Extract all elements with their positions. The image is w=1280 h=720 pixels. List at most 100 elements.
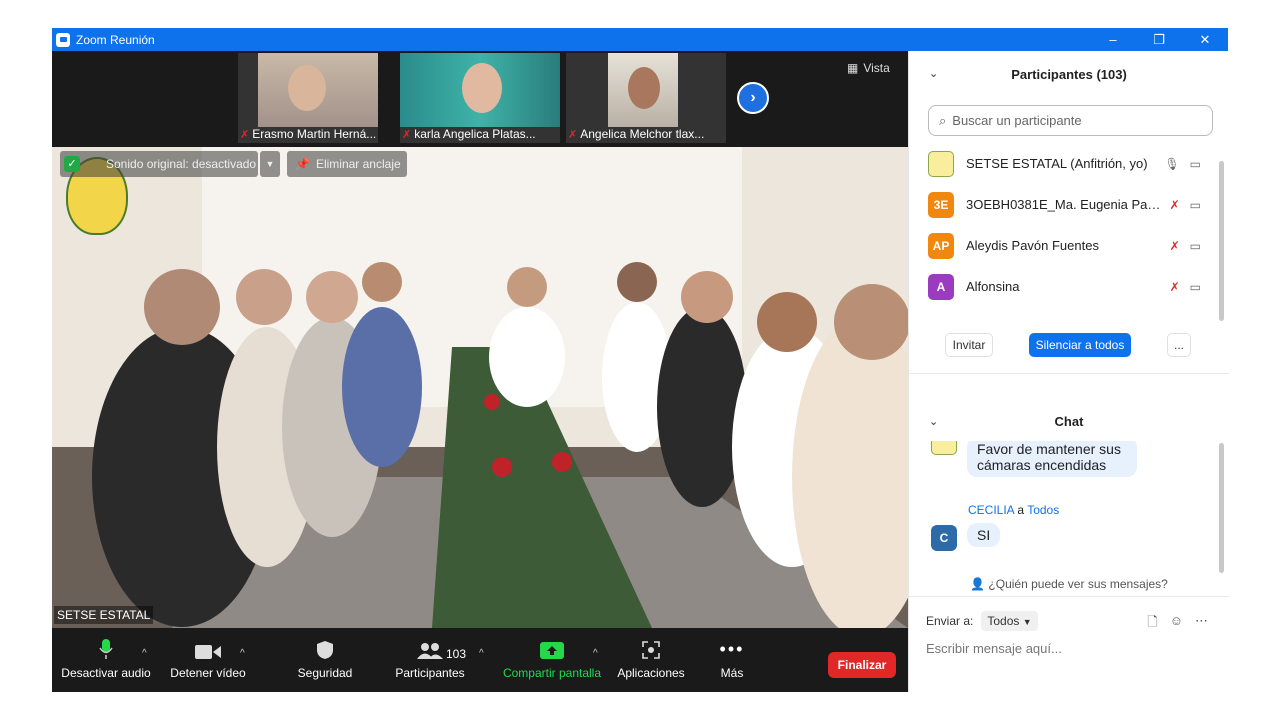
send-to-row: Enviar a: Todos ▼ [926, 611, 1038, 631]
more-dots-icon: ••• [719, 639, 745, 659]
chat-message-input[interactable]: Escribir mensaje aquí... [926, 641, 1062, 656]
participant-row[interactable]: 3E 3OEBH0381E_Ma. Eugenia Pane... ✗ ▭ [909, 184, 1219, 225]
participants-scrollbar[interactable] [1219, 161, 1224, 321]
video-options-caret[interactable]: ^ [240, 648, 245, 659]
side-panel: ⌄ Participantes (103) ⌕ Buscar un partic… [908, 51, 1229, 692]
avatar: 3E [928, 191, 954, 218]
invite-button[interactable]: Invitar [945, 333, 993, 357]
participants-options-caret[interactable]: ^ [479, 648, 484, 659]
emoji-icon[interactable]: ☺ [1170, 613, 1183, 635]
avatar: A [928, 273, 954, 300]
mic-muted-icon: ✗ [240, 128, 250, 141]
participants-count-badge: 103 [446, 647, 467, 661]
mic-muted-icon: ✗ [1169, 197, 1180, 212]
collapse-chevron-icon[interactable]: ⌄ [929, 67, 938, 80]
thumbnail-name: ✗ Angelica Melchor tlax... [568, 127, 705, 141]
mute-audio-button[interactable]: Desactivar audio [56, 628, 156, 692]
participant-row[interactable]: SETSE ESTATAL (Anfitrión, yo) 🎙 ▭ [909, 143, 1219, 184]
audio-options-caret[interactable]: ^ [142, 648, 147, 659]
file-icon[interactable]: 🗋 [1147, 613, 1157, 635]
chat-header: ⌄ Chat [929, 413, 1084, 429]
search-icon: ⌕ [939, 112, 947, 128]
chevron-down-icon: ▼ [1022, 617, 1032, 627]
end-meeting-button[interactable]: Finalizar [828, 652, 896, 678]
thumbnail-strip: ✗ Erasmo Martin Herná... ✗ karla Angelica … [52, 51, 908, 147]
apps-button[interactable]: Aplicaciones [612, 628, 690, 692]
view-button[interactable]: ▦ Vista [847, 61, 890, 75]
participant-actions: Invitar Silenciar a todos ... [909, 333, 1229, 359]
thumbnail-video[interactable]: ✗ Erasmo Martin Herná... [238, 53, 378, 143]
stop-video-button[interactable]: Detener vídeo [160, 628, 256, 692]
chat-message: SI [967, 523, 1001, 547]
person-face [288, 65, 326, 111]
speaker-name-label: SETSE ESTATAL [54, 606, 154, 624]
window-controls: – ❐ ✕ [1090, 28, 1228, 51]
avatar [931, 441, 957, 455]
chevron-right-icon: › [750, 89, 756, 106]
microphone-icon [98, 628, 114, 664]
mic-muted-icon: ✗ [1169, 238, 1180, 253]
share-screen-icon [540, 628, 564, 664]
mic-muted-icon: ✗ [1169, 279, 1180, 294]
more-options-button[interactable]: ... [1167, 333, 1191, 357]
grid-icon: ▦ [847, 61, 859, 75]
video-camera-icon: ▭ [1189, 156, 1201, 171]
mic-muted-icon: ✗ [568, 128, 578, 141]
next-page-button[interactable]: › [737, 82, 769, 114]
zoom-window: Zoom Reunión – ❐ ✕ ✗ Erasmo Martin Herná.… [52, 28, 1229, 692]
sound-options-dropdown[interactable]: ▼ [260, 151, 280, 177]
mic-muted-icon: ✗ [402, 128, 412, 141]
more-button[interactable]: ••• Más [708, 628, 756, 692]
chat-messages: Favor de mantener sus cámaras encendidas… [909, 441, 1229, 571]
more-dots-icon[interactable]: ⋯ [1195, 613, 1208, 635]
window-title: Zoom Reunión [76, 32, 155, 47]
participant-row[interactable]: A Alfonsina ✗ ▭ [909, 266, 1219, 307]
mute-all-button[interactable]: Silenciar a todos [1029, 333, 1131, 357]
divider [909, 373, 1229, 374]
security-button[interactable]: Seguridad [285, 628, 365, 692]
who-can-see-link[interactable]: 👤 ¿Quién puede ver sus mensajes? [909, 577, 1229, 591]
participants-header: ⌄ Participantes (103) [929, 66, 1127, 82]
recipient-dropdown[interactable]: Todos ▼ [981, 611, 1038, 631]
original-sound-toggle[interactable]: ✓ Sonido original: desactivado [60, 151, 258, 177]
share-options-caret[interactable]: ^ [593, 648, 598, 659]
participant-list: SETSE ESTATAL (Anfitrión, yo) 🎙 ▭ 3E 3OEB… [909, 143, 1219, 319]
chat-tools: 🗋 ☺ ⋯ [1147, 613, 1208, 635]
chat-sender-line: CECILIA a Todos [968, 503, 1060, 517]
chat-message: Favor de mantener sus cámaras encendidas [967, 441, 1137, 477]
zoom-app-icon [56, 32, 70, 47]
chat-scrollbar[interactable] [1219, 443, 1224, 573]
thumbnail-name: ✗ karla Angelica Platas... [402, 127, 536, 141]
apps-icon [641, 628, 661, 664]
share-screen-button[interactable]: Compartir pantalla [500, 628, 604, 692]
unpin-button[interactable]: 📌 Eliminar anclaje [287, 151, 407, 177]
shield-check-icon: ✓ [64, 156, 80, 172]
people-icon [417, 628, 443, 664]
restore-button[interactable]: ❐ [1136, 28, 1182, 51]
video-off-icon: ▭ [1189, 238, 1201, 253]
pin-icon: 📌 [295, 157, 310, 171]
main-speaker-video: ✓ Sonido original: desactivado ▼ 📌 Elimi… [52, 147, 908, 628]
person-face [628, 67, 660, 109]
participant-row[interactable]: AP Aleydis Pavón Fuentes ✗ ▭ [909, 225, 1219, 266]
minimize-button[interactable]: – [1090, 28, 1136, 51]
divider [909, 596, 1229, 597]
meeting-toolbar: Desactivar audio ^ Detener vídeo ^ Segur… [52, 628, 908, 692]
thumbnail-video[interactable]: ✗ karla Angelica Platas... [400, 53, 560, 143]
thumbnail-name: ✗ Erasmo Martin Herná... [240, 127, 376, 141]
collapse-chevron-icon[interactable]: ⌄ [929, 415, 938, 428]
participant-search-input[interactable]: ⌕ Buscar un participante [928, 105, 1213, 136]
meeting-room-scene [52, 147, 908, 628]
avatar: AP [928, 232, 954, 259]
video-camera-icon [195, 628, 221, 664]
person-face [462, 63, 502, 113]
avatar: C [931, 525, 957, 551]
shield-icon [316, 628, 334, 664]
chevron-down-icon: ▼ [265, 159, 275, 169]
avatar [928, 150, 954, 177]
video-off-icon: ▭ [1189, 279, 1201, 294]
close-button[interactable]: ✕ [1182, 28, 1228, 51]
thumbnail-video[interactable]: ✗ Angelica Melchor tlax... [566, 53, 726, 143]
person-icon: 👤 [970, 577, 986, 591]
microphone-icon: 🎙 [1164, 156, 1180, 171]
